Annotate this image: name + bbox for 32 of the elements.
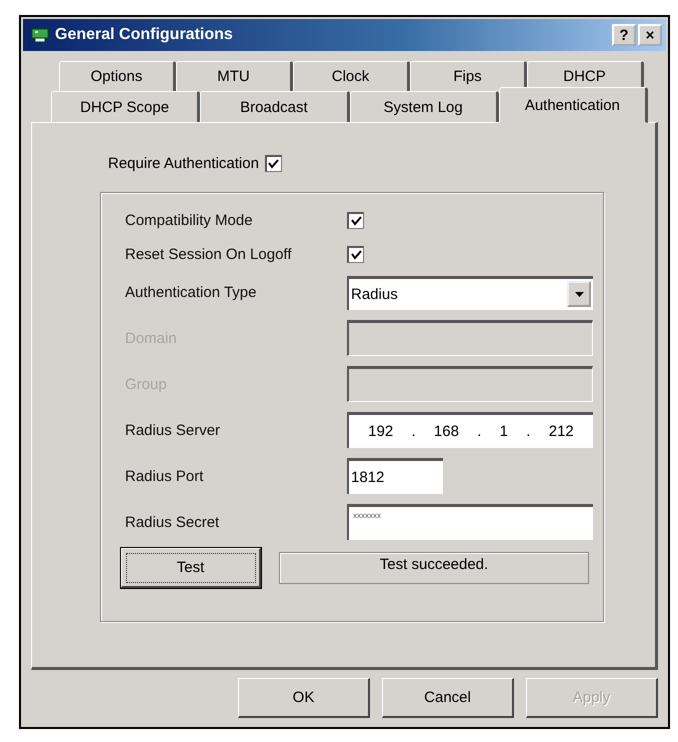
- input-field[interactable]: [347, 320, 593, 356]
- tab[interactable]: Broadcast: [200, 91, 350, 123]
- field-label: Compatibility Mode: [125, 212, 254, 228]
- field-label: Radius Server: [125, 422, 222, 438]
- field-label: Radius Port: [125, 468, 204, 484]
- tab[interactable]: Authentication: [498, 87, 648, 123]
- input-field[interactable]: 1812: [347, 458, 443, 494]
- password-field[interactable]: xxxxxxx: [347, 504, 593, 540]
- close-button[interactable]: ×: [638, 24, 662, 46]
- field-label: Reset Session On Logoff: [125, 246, 292, 262]
- test-button[interactable]: Test: [121, 548, 261, 588]
- checkbox[interactable]: [347, 212, 364, 228]
- tab[interactable]: Clock: [293, 61, 410, 91]
- tab[interactable]: MTU: [176, 61, 293, 91]
- input-field[interactable]: [347, 366, 593, 402]
- dropdown[interactable]: Radius: [347, 276, 593, 310]
- help-button[interactable]: ?: [612, 24, 636, 46]
- window-title: General Configurations: [55, 26, 234, 44]
- dialog-button[interactable]: Cancel: [382, 678, 514, 718]
- tab[interactable]: Fips: [410, 61, 527, 91]
- test-result: Test succeeded.: [279, 552, 589, 584]
- ip-address-field[interactable]: 192 . 168 . 1 . 212: [347, 412, 593, 448]
- tab[interactable]: Options: [59, 61, 176, 91]
- field-label: Radius Secret: [125, 514, 220, 530]
- tab[interactable]: System Log: [350, 91, 499, 123]
- field-label: Authentication Type: [125, 284, 258, 301]
- tab[interactable]: DHCP Scope: [51, 91, 200, 123]
- network-card-icon: [31, 27, 49, 43]
- dialog-button[interactable]: OK: [238, 678, 370, 718]
- checkbox[interactable]: [264, 155, 282, 172]
- require-authentication-label: Require Authentication: [108, 155, 259, 172]
- checkbox[interactable]: [347, 246, 364, 262]
